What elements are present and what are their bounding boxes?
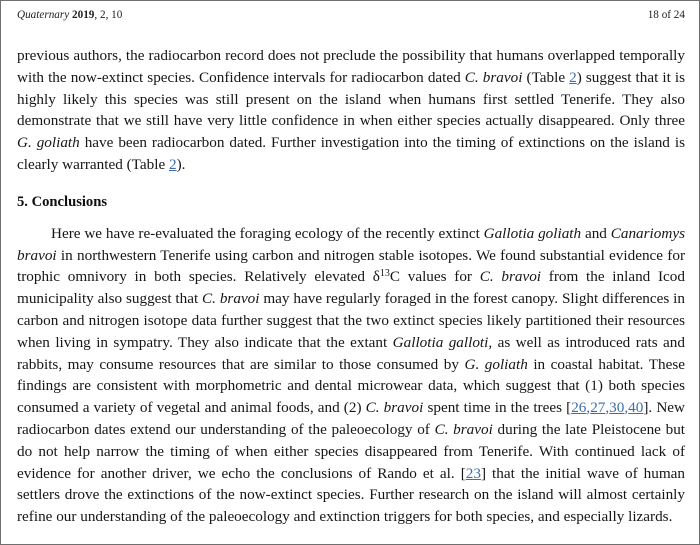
isotope-superscript: 13 [379, 268, 390, 280]
text-segment: (Table [522, 68, 570, 86]
citation-link[interactable]: 27 [590, 399, 605, 416]
text-segment: and [581, 224, 611, 242]
section-heading-conclusions: 5. Conclusions [17, 193, 108, 210]
text-segment: C values for [389, 268, 480, 286]
running-header-left: Quaternary 2019, 2, 10 [17, 8, 122, 22]
journal-volume-issue: , 2, 10 [94, 9, 123, 21]
document-page: Quaternary 2019, 2, 10 18 of 24 previous… [0, 0, 700, 545]
text-segment: ). [176, 155, 186, 173]
text-segment: Here we have re-evaluated the foraging e… [51, 224, 484, 242]
page-indicator: 18 of 24 [647, 9, 685, 21]
document-body: previous authors, the radiocarbon record… [1, 45, 699, 528]
table-reference-link[interactable]: 2 [169, 156, 177, 173]
citation-link[interactable]: 26 [571, 399, 586, 416]
running-header: Quaternary 2019, 2, 10 18 of 24 [1, 1, 699, 29]
paragraph-continued: previous authors, the radiocarbon record… [17, 45, 685, 176]
species-name: C. bravoi [365, 399, 424, 417]
species-name: C. bravoi [434, 420, 493, 438]
species-name: C. bravoi [479, 268, 542, 286]
species-name: C. bravoi [202, 290, 260, 308]
journal-year: 2019 [72, 9, 95, 21]
citation-link[interactable]: 23 [466, 465, 481, 482]
table-reference-link[interactable]: 2 [569, 69, 577, 86]
text-segment: spent time in the trees [ [423, 399, 572, 417]
species-name: Gallotia goliath [483, 224, 582, 242]
citation-link[interactable]: 30 [609, 399, 624, 416]
species-name: C. bravoi [464, 68, 523, 86]
citation-link[interactable]: 40 [628, 399, 643, 416]
journal-title: Quaternary [17, 9, 70, 21]
species-name: Gallotia galloti [392, 333, 489, 351]
species-name: G. goliath [464, 355, 528, 373]
text-segment: have been radiocarbon dated. Further inv… [17, 134, 685, 173]
species-name: G. goliath [17, 134, 80, 152]
paragraph-conclusions: Here we have re-evaluated the foraging e… [17, 223, 685, 528]
